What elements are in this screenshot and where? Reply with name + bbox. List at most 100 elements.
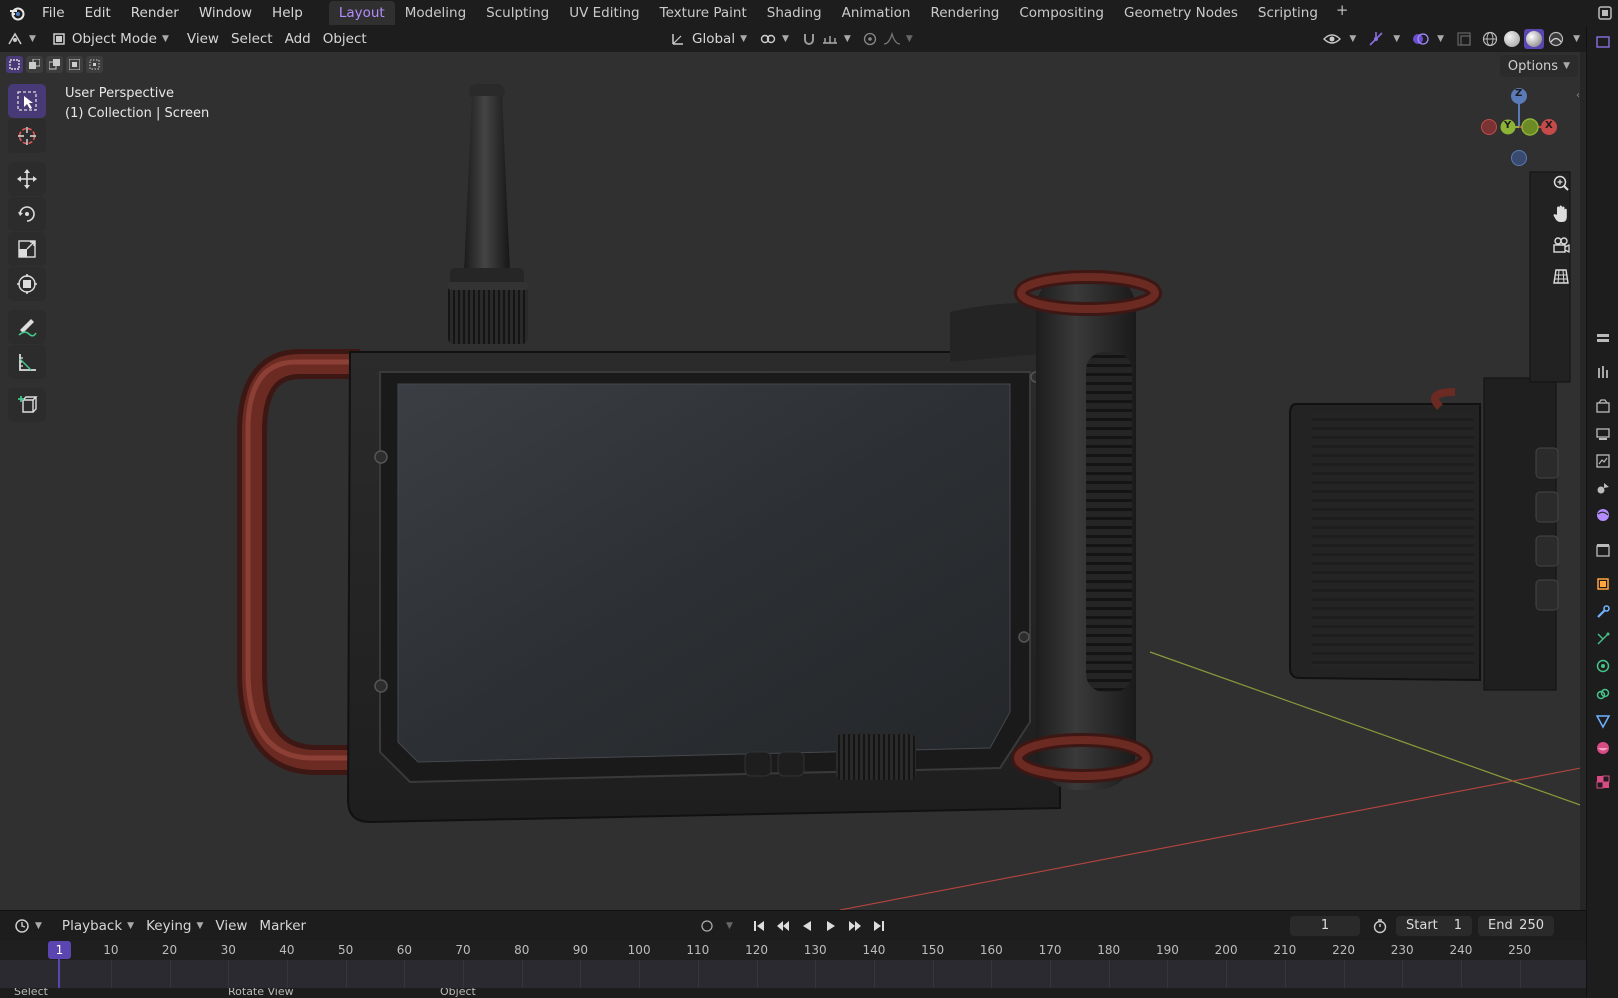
chevron-down-icon[interactable]: ▼	[726, 921, 733, 931]
sidebar-toggle-icon[interactable]: ‹	[1576, 90, 1586, 101]
constraints-icon[interactable]	[1595, 686, 1611, 702]
menu-object[interactable]: Object	[317, 28, 373, 50]
stopwatch-icon[interactable]	[1370, 916, 1390, 936]
timeline-editor-type[interactable]: ▼	[8, 915, 48, 937]
menu-file[interactable]: File	[32, 2, 75, 24]
scene-icon[interactable]	[1596, 4, 1614, 22]
outliner-icon[interactable]	[1595, 34, 1611, 50]
measure-tool[interactable]	[8, 345, 46, 379]
texture-checker-icon[interactable]	[1595, 774, 1611, 790]
tool-icon[interactable]	[1595, 364, 1611, 380]
tab-texture-paint[interactable]: Texture Paint	[650, 1, 757, 25]
object-data-icon[interactable]	[1595, 713, 1611, 729]
physics-icon[interactable]	[1595, 658, 1611, 674]
chevron-down-icon[interactable]: ▼	[1437, 34, 1444, 44]
tab-sculpting[interactable]: Sculpting	[476, 1, 559, 25]
menu-timeline-view[interactable]: View	[209, 915, 253, 937]
material-icon[interactable]	[1595, 740, 1611, 756]
gizmo-toggle-icon[interactable]	[1366, 29, 1386, 49]
menu-select[interactable]: Select	[225, 28, 279, 50]
snap-toggle[interactable]: ▼	[795, 28, 857, 50]
scene-properties-icon[interactable]	[1595, 480, 1611, 496]
play-icon[interactable]	[821, 916, 841, 936]
blender-logo-icon[interactable]	[8, 4, 26, 22]
render-properties-icon[interactable]	[1595, 398, 1611, 414]
select-invert-icon[interactable]	[66, 56, 83, 73]
navigation-gizmo[interactable]: Z Y X	[1474, 82, 1564, 172]
add-cube-tool[interactable]	[8, 388, 46, 422]
cursor-tool[interactable]	[8, 119, 46, 153]
transform-tool[interactable]	[8, 267, 46, 301]
orientation-dropdown[interactable]: Global ▼	[664, 28, 753, 50]
tab-animation[interactable]: Animation	[832, 1, 921, 25]
rotate-tool[interactable]	[8, 197, 46, 231]
play-reverse-icon[interactable]	[797, 916, 817, 936]
mode-dropdown[interactable]: Object Mode ▼	[46, 28, 175, 50]
frame-ruler[interactable]: 10 20 30 40 50 60 70 80 90 100 110 120 130 140 150 160 1…	[0, 940, 1586, 960]
chevron-down-icon[interactable]: ▼	[1393, 34, 1400, 44]
editor-type-button[interactable]: ▼	[0, 28, 42, 50]
shading-wireframe-icon[interactable]	[1480, 29, 1500, 49]
jump-keyframe-back-icon[interactable]	[773, 916, 793, 936]
overlays-toggle-icon[interactable]	[1410, 29, 1430, 49]
shading-rendered-icon[interactable]	[1546, 29, 1566, 49]
timeline-area[interactable]: 10 20 30 40 50 60 70 80 90 100 110 120 130 140 150 160 1…	[0, 940, 1586, 988]
tab-rendering[interactable]: Rendering	[920, 1, 1009, 25]
particles-icon[interactable]	[1595, 631, 1611, 647]
visibility-eye-icon[interactable]	[1322, 29, 1342, 49]
jump-end-icon[interactable]	[869, 916, 889, 936]
object-properties-icon[interactable]	[1595, 576, 1611, 592]
tab-shading[interactable]: Shading	[757, 1, 832, 25]
ortho-grid-icon[interactable]	[1548, 263, 1574, 289]
menu-edit[interactable]: Edit	[75, 2, 121, 24]
chevron-down-icon[interactable]: ▼	[1573, 34, 1580, 44]
auto-key-record-icon[interactable]	[697, 916, 717, 936]
zoom-icon[interactable]	[1548, 170, 1574, 196]
menu-playback[interactable]: Playback ▼	[56, 915, 140, 937]
tab-uv-editing[interactable]: UV Editing	[559, 1, 649, 25]
tab-layout[interactable]: Layout	[328, 1, 395, 25]
menu-keying[interactable]: Keying ▼	[140, 915, 209, 937]
pan-hand-icon[interactable]	[1548, 201, 1574, 227]
menu-add[interactable]: Add	[279, 28, 317, 50]
shading-material-icon[interactable]	[1524, 29, 1545, 49]
world-properties-icon[interactable]	[1595, 507, 1611, 523]
keyframe-track[interactable]	[0, 960, 1586, 988]
camera-icon[interactable]	[1548, 232, 1574, 258]
playhead[interactable]: 1	[48, 941, 71, 959]
end-frame-field[interactable]: End 250	[1478, 915, 1554, 936]
menu-marker[interactable]: Marker	[253, 915, 312, 937]
menu-help[interactable]: Help	[262, 2, 313, 24]
menu-render[interactable]: Render	[121, 2, 189, 24]
select-intersect-icon[interactable]	[86, 56, 103, 73]
shading-solid-icon[interactable]	[1502, 29, 1522, 49]
jump-start-icon[interactable]	[749, 916, 769, 936]
tab-compositing[interactable]: Compositing	[1009, 1, 1114, 25]
modifier-wrench-icon[interactable]	[1595, 604, 1611, 620]
tab-modeling[interactable]: Modeling	[395, 1, 476, 25]
options-dropdown[interactable]: Options ▼	[1499, 55, 1578, 77]
pivot-dropdown[interactable]: ▼	[753, 28, 795, 50]
output-properties-icon[interactable]	[1595, 426, 1611, 442]
start-frame-field[interactable]: Start 1	[1396, 915, 1472, 936]
annotate-tool[interactable]	[8, 310, 46, 344]
jump-keyframe-forward-icon[interactable]	[845, 916, 865, 936]
menu-window[interactable]: Window	[189, 2, 262, 24]
tab-scripting[interactable]: Scripting	[1248, 1, 1328, 25]
select-box-tool[interactable]	[8, 84, 46, 118]
chevron-down-icon[interactable]: ▼	[1349, 34, 1356, 44]
tool-settings-icon[interactable]	[1595, 330, 1611, 346]
xray-toggle-icon[interactable]	[1454, 29, 1474, 49]
current-frame-field[interactable]: 1	[1290, 915, 1360, 936]
select-subtract-icon[interactable]	[46, 56, 63, 73]
view-layer-icon[interactable]	[1595, 453, 1611, 469]
move-tool[interactable]	[8, 162, 46, 196]
3d-viewport[interactable]	[0, 52, 1586, 910]
select-new-icon[interactable]	[6, 56, 23, 73]
proportional-edit-toggle[interactable]: ▼	[857, 28, 919, 50]
select-extend-icon[interactable]	[26, 56, 43, 73]
add-workspace-button[interactable]: +	[1328, 1, 1357, 25]
scale-tool[interactable]	[8, 232, 46, 266]
collection-properties-icon[interactable]	[1595, 542, 1611, 558]
tab-geometry-nodes[interactable]: Geometry Nodes	[1114, 1, 1248, 25]
